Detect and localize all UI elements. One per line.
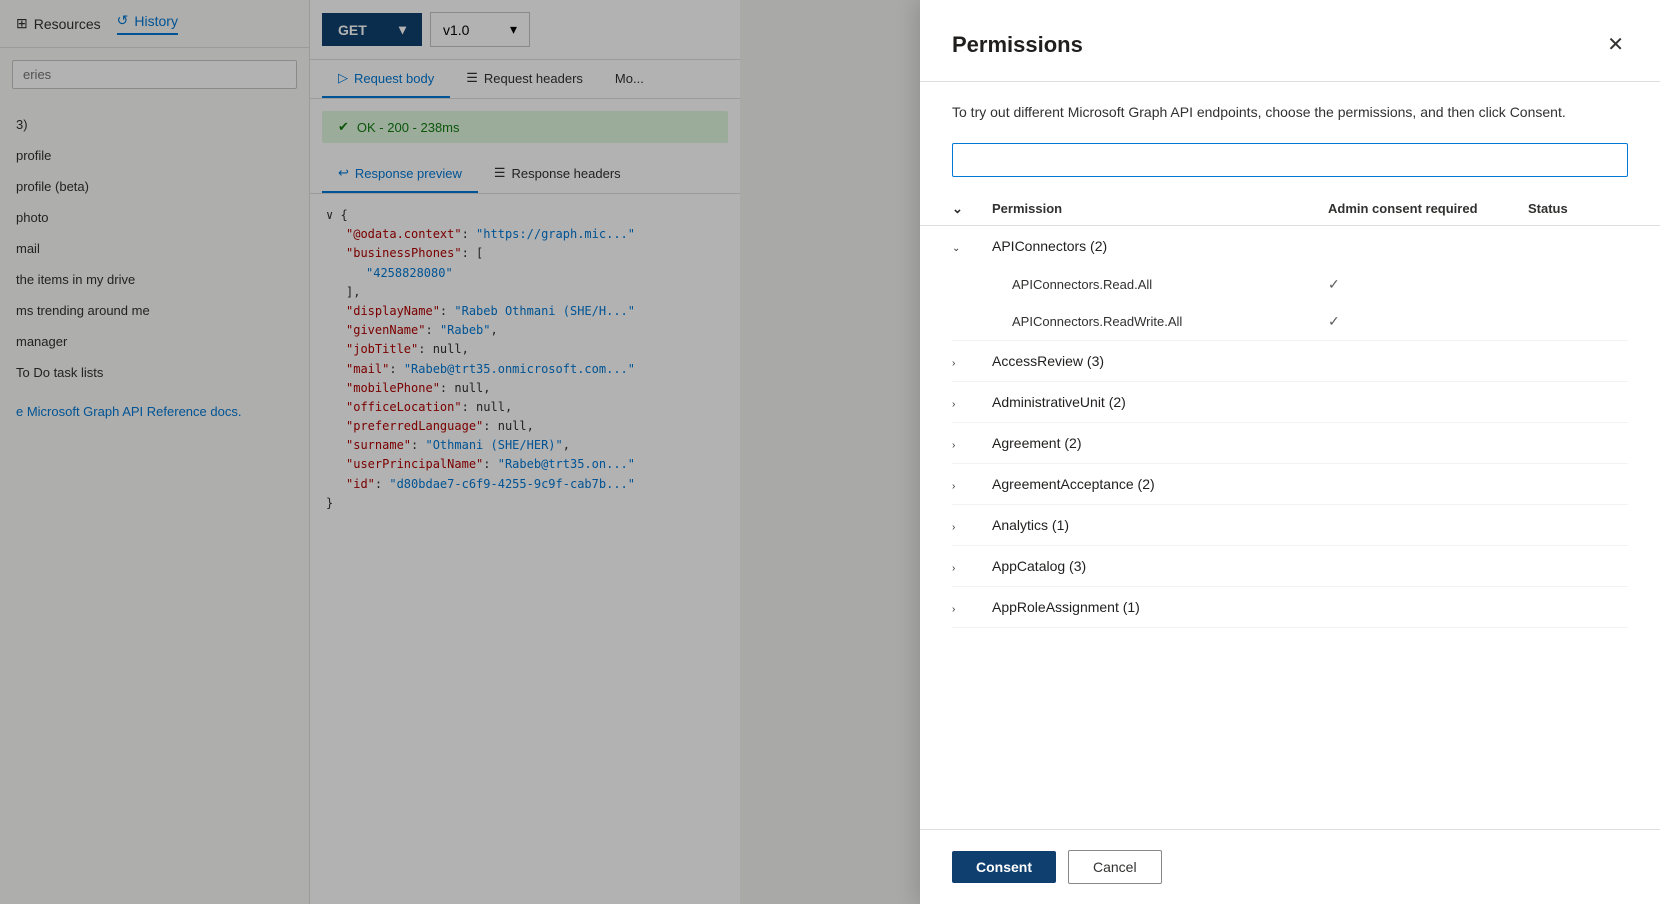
chevron-right-icon: ›	[952, 399, 955, 410]
panel-title: Permissions	[952, 32, 1083, 58]
group-name: APIConnectors (2)	[992, 238, 1328, 254]
permission-group-row[interactable]: › Analytics (1)	[952, 505, 1628, 545]
chevron-right-icon: ›	[952, 440, 955, 451]
chevron-right-icon: ›	[952, 522, 955, 533]
group-name: AppRoleAssignment (1)	[992, 599, 1328, 615]
status-column-header: Status	[1528, 201, 1628, 217]
permission-group-row[interactable]: › AppRoleAssignment (1)	[952, 587, 1628, 627]
permission-column-header: Permission	[992, 201, 1328, 217]
permission-group-apiconnectors: ⌄ APIConnectors (2) APIConnectors.Read.A…	[952, 226, 1628, 341]
admin-consent-check-icon: ✓	[1328, 313, 1340, 329]
permission-name: APIConnectors.Read.All	[1012, 277, 1328, 292]
permission-group-row[interactable]: › Agreement (2)	[952, 423, 1628, 463]
permission-group-row[interactable]: › AdministrativeUnit (2)	[952, 382, 1628, 422]
cancel-button[interactable]: Cancel	[1068, 850, 1162, 884]
group-name: AccessReview (3)	[992, 353, 1328, 369]
permission-group-analytics: › Analytics (1)	[952, 505, 1628, 546]
consent-button[interactable]: Consent	[952, 851, 1056, 883]
permission-item-apiconnectors-read: APIConnectors.Read.All ✓	[952, 266, 1628, 303]
permission-group-accessreview: › AccessReview (3)	[952, 341, 1628, 382]
permission-group-agreementacceptance: › AgreementAcceptance (2)	[952, 464, 1628, 505]
permission-group-row[interactable]: ⌄ APIConnectors (2)	[952, 226, 1628, 266]
permission-group-adminunit: › AdministrativeUnit (2)	[952, 382, 1628, 423]
permissions-list: ⌄ APIConnectors (2) APIConnectors.Read.A…	[920, 226, 1660, 829]
group-name: AgreementAcceptance (2)	[992, 476, 1328, 492]
group-name: Analytics (1)	[992, 517, 1328, 533]
permission-group-row[interactable]: › AccessReview (3)	[952, 341, 1628, 381]
permission-group-appcatalog: › AppCatalog (3)	[952, 546, 1628, 587]
chevron-right-icon: ›	[952, 358, 955, 369]
chevron-right-icon: ›	[952, 604, 955, 615]
chevron-down-icon: ⌄	[952, 243, 960, 254]
panel-description: To try out different Microsoft Graph API…	[920, 82, 1660, 143]
permission-group-row[interactable]: › AppCatalog (3)	[952, 546, 1628, 586]
permission-group-agreement: › Agreement (2)	[952, 423, 1628, 464]
group-name: AppCatalog (3)	[992, 558, 1328, 574]
close-button[interactable]: ✕	[1603, 28, 1628, 61]
permissions-search[interactable]	[952, 143, 1628, 177]
expand-all-icon: ⌄	[952, 201, 963, 216]
group-name: Agreement (2)	[992, 435, 1328, 451]
close-icon: ✕	[1607, 32, 1624, 57]
permission-item-apiconnectors-readwrite: APIConnectors.ReadWrite.All ✓	[952, 303, 1628, 340]
permission-group-row[interactable]: › AgreementAcceptance (2)	[952, 464, 1628, 504]
permissions-panel: Permissions ✕ To try out different Micro…	[920, 0, 1660, 904]
chevron-right-icon: ›	[952, 563, 955, 574]
expand-column-header[interactable]: ⌄	[952, 201, 992, 217]
permission-name: APIConnectors.ReadWrite.All	[1012, 314, 1328, 329]
admin-consent-column-header: Admin consent required	[1328, 201, 1528, 217]
permission-group-approleassignment: › AppRoleAssignment (1)	[952, 587, 1628, 628]
group-name: AdministrativeUnit (2)	[992, 394, 1328, 410]
admin-consent-check-icon: ✓	[1328, 276, 1340, 292]
chevron-right-icon: ›	[952, 481, 955, 492]
